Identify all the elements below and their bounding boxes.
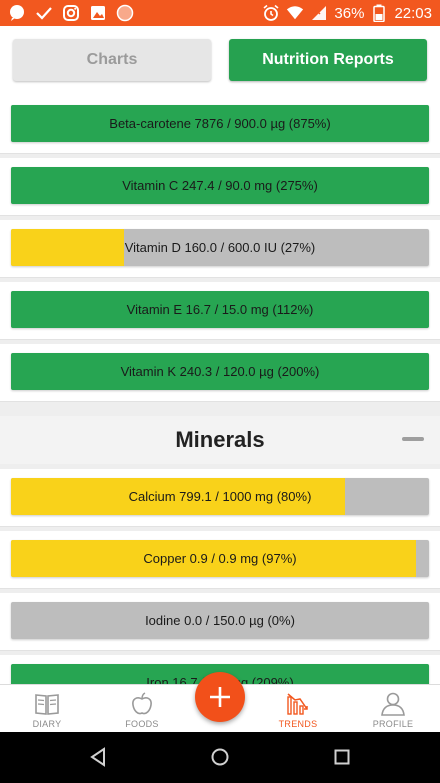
nutrient-progress-bar: Calcium 799.1 / 1000 mg (80%) <box>11 478 429 515</box>
alarm-icon <box>262 4 280 22</box>
minerals-section-header[interactable]: Minerals <box>0 416 440 464</box>
nav-diary[interactable]: DIARY <box>7 685 87 733</box>
nutrient-row[interactable]: Calcium 799.1 / 1000 mg (80%) <box>0 469 440 527</box>
clock: 22:03 <box>394 4 432 22</box>
charts-tab-button[interactable]: Charts <box>13 39 211 81</box>
nutrient-row[interactable]: Vitamin C 247.4 / 90.0 mg (275%) <box>0 158 440 216</box>
status-bar: 36% 22:03 <box>0 0 440 26</box>
instagram-icon <box>62 4 80 22</box>
add-button[interactable] <box>195 672 245 722</box>
nutrient-label: Beta-carotene 7876 / 900.0 µg (875%) <box>109 116 331 131</box>
nutrient-progress-bar: Vitamin K 240.3 / 120.0 µg (200%) <box>11 353 429 390</box>
nutrient-row[interactable]: Vitamin K 240.3 / 120.0 µg (200%) <box>0 344 440 402</box>
collapse-icon[interactable] <box>402 437 424 441</box>
nutrient-progress-bar: Iodine 0.0 / 150.0 µg (0%) <box>11 602 429 639</box>
nutrient-progress-bar: Vitamin E 16.7 / 15.0 mg (112%) <box>11 291 429 328</box>
nav-profile-label: PROFILE <box>372 719 414 729</box>
apple-icon <box>129 691 155 717</box>
app-icon <box>116 4 134 22</box>
image-icon <box>89 4 107 22</box>
nutrient-row[interactable]: Vitamin E 16.7 / 15.0 mg (112%) <box>0 282 440 340</box>
minerals-section-title: Minerals <box>175 427 265 452</box>
nutrient-label: Iodine 0.0 / 150.0 µg (0%) <box>145 613 295 628</box>
nav-trends[interactable]: TRENDS <box>258 685 338 733</box>
nutrient-label: Vitamin K 240.3 / 120.0 µg (200%) <box>120 364 320 379</box>
nutrient-row[interactable]: Beta-carotene 7876 / 900.0 µg (875%) <box>0 96 440 154</box>
trends-chart-icon <box>285 691 311 717</box>
nav-diary-label: DIARY <box>32 719 62 729</box>
wifi-icon <box>286 4 304 22</box>
back-icon[interactable] <box>86 745 110 769</box>
nutrient-label: Vitamin E 16.7 / 15.0 mg (112%) <box>126 302 314 317</box>
chat-icon <box>8 4 26 22</box>
nutrient-label: Vitamin D 160.0 / 600.0 IU (27%) <box>124 240 316 255</box>
nav-foods[interactable]: FOODS <box>102 685 182 733</box>
nutrient-label: Copper 0.9 / 0.9 mg (97%) <box>143 551 297 566</box>
battery-icon <box>370 4 388 22</box>
battery-percent: 36% <box>334 4 365 22</box>
recents-icon[interactable] <box>330 745 354 769</box>
nutrient-progress-bar: Vitamin C 247.4 / 90.0 mg (275%) <box>11 167 429 204</box>
signal-icon <box>310 4 328 22</box>
nutrition-report-list[interactable]: Beta-carotene 7876 / 900.0 µg (875%) Vita… <box>0 96 440 684</box>
nutrition-reports-tab-button[interactable]: Nutrition Reports <box>229 39 427 81</box>
nutrient-label: Calcium 799.1 / 1000 mg (80%) <box>128 489 312 504</box>
nutrient-label: Vitamin C 247.4 / 90.0 mg (275%) <box>122 178 318 193</box>
system-navigation-bar <box>0 732 440 783</box>
nav-foods-label: FOODS <box>125 719 159 729</box>
app-screen: 36% 22:03 Charts Nutrition Reports Beta-… <box>0 0 440 783</box>
report-tabs: Charts Nutrition Reports <box>0 26 440 96</box>
book-icon <box>34 691 60 717</box>
nutrient-row[interactable]: Copper 0.9 / 0.9 mg (97%) <box>0 531 440 589</box>
home-icon[interactable] <box>208 745 232 769</box>
nav-trends-label: TRENDS <box>278 719 318 729</box>
nav-profile[interactable]: PROFILE <box>353 685 433 733</box>
nutrient-progress-bar: Beta-carotene 7876 / 900.0 µg (875%) <box>11 105 429 142</box>
nutrient-row[interactable]: Vitamin D 160.0 / 600.0 IU (27%) <box>0 220 440 278</box>
nutrient-row[interactable]: Iodine 0.0 / 150.0 µg (0%) <box>0 593 440 651</box>
plus-icon <box>207 684 233 710</box>
user-icon <box>380 691 406 717</box>
check-icon <box>35 4 53 22</box>
nutrient-progress-bar: Vitamin D 160.0 / 600.0 IU (27%) <box>11 229 429 266</box>
nutrient-progress-bar: Copper 0.9 / 0.9 mg (97%) <box>11 540 429 577</box>
